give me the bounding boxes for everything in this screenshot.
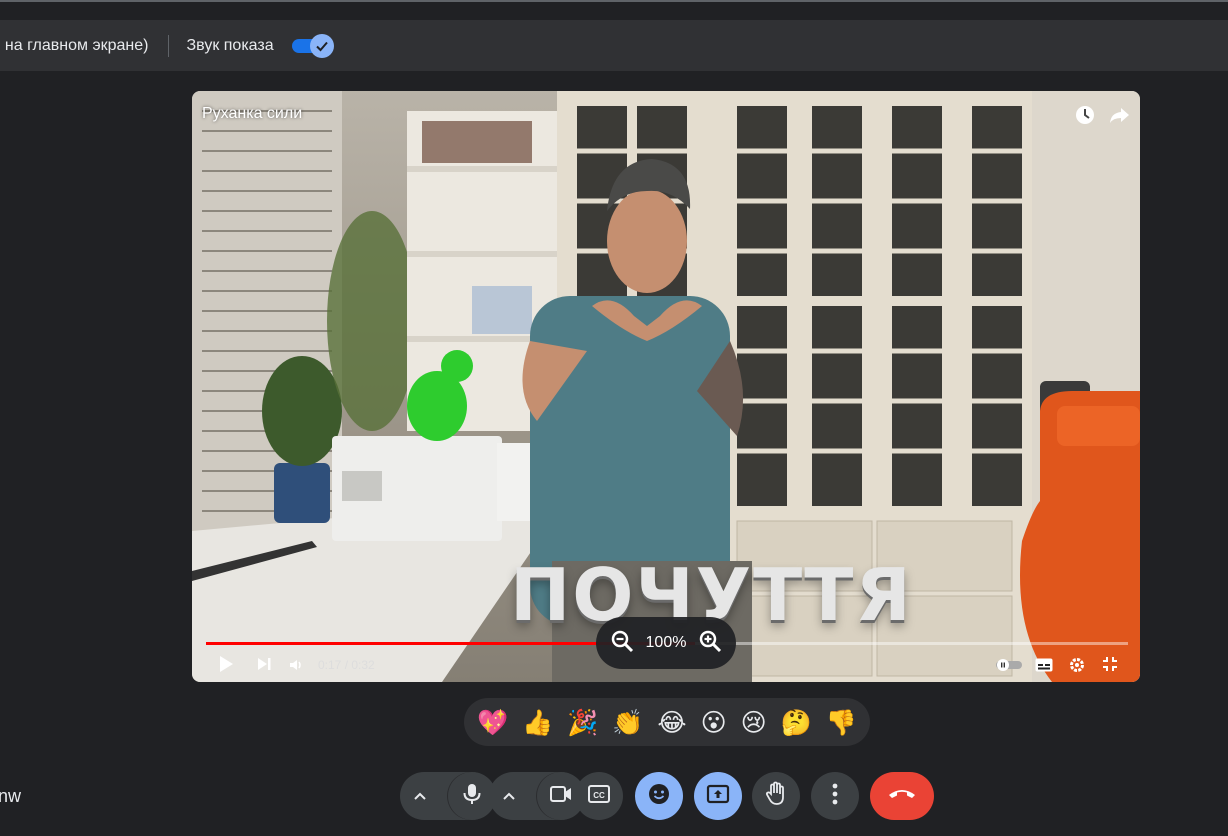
reaction-laughing[interactable]: 😂	[657, 710, 686, 735]
reaction-crying[interactable]: 😢	[741, 710, 767, 735]
zoom-out-icon[interactable]	[610, 629, 634, 658]
camera-control-group	[489, 772, 585, 820]
reaction-surprised[interactable]: 😮	[701, 710, 727, 735]
mic-options-chevron-up-icon[interactable]	[408, 784, 432, 808]
share-icon[interactable]	[1108, 104, 1130, 126]
end-call-button[interactable]	[870, 772, 934, 820]
presenting-label: , на главном экране)	[0, 36, 149, 54]
exit-fullscreen-icon[interactable]	[1102, 656, 1118, 677]
reaction-thumbs-up[interactable]: 👍	[522, 710, 553, 735]
autoplay-toggle-icon[interactable]	[996, 658, 1022, 677]
present-button[interactable]	[694, 772, 742, 820]
reaction-sparkling-heart[interactable]: 💖	[477, 710, 508, 735]
smiley-icon	[647, 782, 671, 811]
mic-icon	[461, 782, 483, 811]
shared-video-player[interactable]: Руханка сили ПОЧУТТЯ 0:17 / 0:32 100%	[192, 91, 1140, 682]
hand-icon	[764, 781, 788, 812]
volume-icon[interactable]	[289, 658, 303, 676]
more-vertical-icon	[832, 783, 838, 810]
presentation-audio-toggle[interactable]	[291, 33, 334, 58]
check-icon	[309, 33, 334, 58]
call-controls-bar: CC	[0, 770, 1228, 826]
camera-options-chevron-up-icon[interactable]	[497, 784, 521, 808]
subtitles-icon[interactable]	[1035, 658, 1053, 677]
reaction-thinking[interactable]: 🤔	[781, 710, 812, 735]
divider	[167, 34, 169, 57]
video-title: Руханка сили	[202, 105, 303, 122]
presentation-audio-label: Звук показа	[186, 36, 274, 54]
zoom-level: 100%	[645, 634, 687, 651]
present-screen-icon	[706, 783, 730, 810]
captions-button[interactable]: CC	[575, 772, 623, 820]
zoom-in-icon[interactable]	[698, 629, 722, 658]
watch-later-icon[interactable]	[1074, 104, 1096, 126]
hang-up-icon	[887, 787, 917, 806]
play-icon[interactable]	[218, 655, 234, 678]
raise-hand-button[interactable]	[752, 772, 800, 820]
reaction-thumbs-down[interactable]: 👎	[826, 710, 857, 735]
svg-text:CC: CC	[593, 791, 605, 800]
presentation-bar: , на главном экране) Звук показа	[0, 20, 1228, 71]
reactions-bar: 💖 👍 🎉 👏 😂 😮 😢 🤔 👎	[464, 698, 870, 746]
reaction-clapping[interactable]: 👏	[612, 710, 643, 735]
reaction-party-popper[interactable]: 🎉	[567, 710, 598, 735]
camera-icon	[549, 784, 573, 809]
mic-control-group	[400, 772, 496, 820]
settings-icon[interactable]	[1069, 657, 1085, 678]
emoji-button[interactable]	[635, 772, 683, 820]
zoom-control: 100%	[596, 617, 736, 669]
more-options-button[interactable]	[811, 772, 859, 820]
top-border	[0, 0, 1228, 2]
closed-captions-icon: CC	[587, 783, 611, 810]
next-icon[interactable]	[257, 657, 271, 676]
video-time: 0:17 / 0:32	[318, 658, 375, 672]
